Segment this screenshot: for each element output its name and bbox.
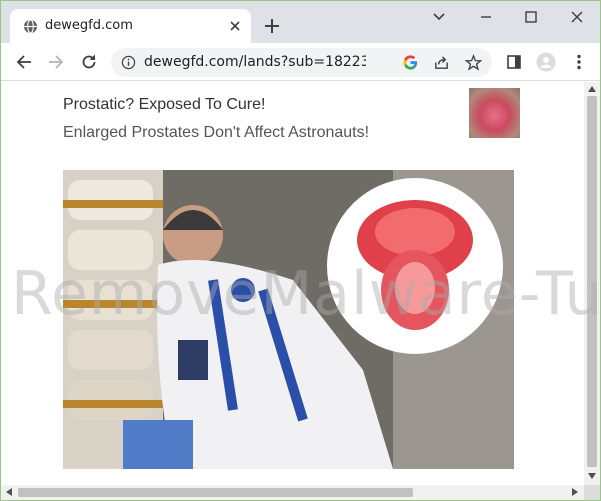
address-bar[interactable]: dewegfd.com/lands?sub=1822314 xyxy=(111,48,492,77)
chevron-down-icon[interactable] xyxy=(429,7,449,27)
vertical-scroll-thumb[interactable] xyxy=(587,96,597,467)
active-tab[interactable]: dewegfd.com xyxy=(10,9,251,43)
close-window-icon[interactable] xyxy=(567,7,587,27)
astronaut-hero-image[interactable] xyxy=(63,170,514,469)
scroll-up-icon[interactable] xyxy=(587,84,597,94)
back-arrow-icon[interactable] xyxy=(14,52,34,72)
reload-icon[interactable] xyxy=(79,52,99,72)
globe-icon xyxy=(23,19,38,34)
plus-icon[interactable] xyxy=(263,17,281,35)
browser-window: dewegfd.com dewegfd.com/lands?sub=182231… xyxy=(0,0,601,501)
star-icon[interactable] xyxy=(465,54,482,71)
astronaut-illustration xyxy=(63,170,514,469)
maximize-icon[interactable] xyxy=(521,7,541,27)
close-icon[interactable] xyxy=(227,18,243,34)
profile-icon[interactable] xyxy=(536,52,556,72)
sidebar-icon[interactable] xyxy=(504,52,524,72)
vertical-scrollbar[interactable] xyxy=(584,82,600,485)
google-icon[interactable] xyxy=(402,54,419,71)
ad-thumbnail-image[interactable] xyxy=(469,88,520,138)
browser-toolbar: dewegfd.com/lands?sub=1822314 xyxy=(1,43,600,81)
page-content: Prostatic? Exposed To Cure! Enlarged Pro… xyxy=(1,82,584,485)
tab-strip: dewegfd.com xyxy=(1,1,600,43)
minimize-icon[interactable] xyxy=(476,7,496,27)
share-icon[interactable] xyxy=(433,54,450,71)
scroll-right-icon[interactable] xyxy=(570,487,580,497)
url-text[interactable]: dewegfd.com/lands?sub=1822314 xyxy=(144,54,366,72)
ad-headline[interactable]: Prostatic? Exposed To Cure! xyxy=(63,96,265,114)
forward-arrow-icon[interactable] xyxy=(46,52,66,72)
ad-subheadline[interactable]: Enlarged Prostates Don't Affect Astronau… xyxy=(63,124,369,142)
horizontal-scroll-thumb[interactable] xyxy=(18,488,413,497)
tab-title: dewegfd.com xyxy=(45,18,133,33)
scrollbar-corner xyxy=(584,485,600,500)
scroll-left-icon[interactable] xyxy=(4,487,14,497)
info-icon[interactable] xyxy=(121,55,136,70)
scroll-down-icon[interactable] xyxy=(587,471,597,481)
menu-icon[interactable] xyxy=(569,52,589,72)
horizontal-scrollbar[interactable] xyxy=(1,485,584,500)
